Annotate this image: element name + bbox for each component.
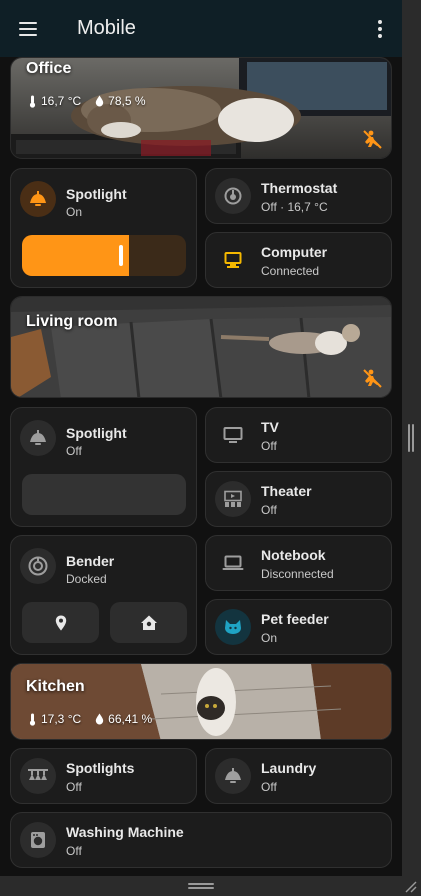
hamburger-icon	[19, 21, 37, 36]
tile-name: Bender	[66, 553, 115, 569]
area-name: Kitchen	[26, 678, 85, 695]
water-percent-icon	[95, 713, 104, 725]
resize-corner-icon[interactable]	[405, 881, 417, 893]
tile-name: TV	[261, 419, 279, 435]
tile-state: Off	[66, 444, 82, 458]
tile-name: Spotlights	[66, 760, 135, 776]
tile-name: Laundry	[261, 760, 317, 776]
tile-state: Connected	[261, 264, 320, 278]
kitchen-photo	[11, 664, 391, 739]
temperature-sensor[interactable]: 17,3 °C	[28, 712, 81, 726]
water-percent-icon	[95, 95, 104, 107]
home-theater-icon[interactable]	[215, 481, 251, 517]
tile-bender[interactable]: Bender Docked	[10, 535, 197, 655]
area-name: Office	[26, 60, 72, 77]
tile-state: Off	[261, 439, 277, 453]
tile-living-spotlight[interactable]: Spotlight Off	[10, 407, 197, 527]
ceiling-light-icon[interactable]	[20, 420, 56, 456]
area-card-kitchen[interactable]: Kitchen 17,3 °C 66,41 %	[10, 663, 392, 740]
tile-theater[interactable]: Theater Off	[205, 471, 392, 527]
vacuum-actions	[22, 602, 187, 643]
tile-state: Off	[66, 844, 82, 858]
more-vertical-icon	[378, 19, 382, 24]
temperature-sensor[interactable]: 16,7 °C	[28, 94, 81, 108]
return-home-button[interactable]	[110, 602, 187, 643]
ceiling-lights-icon[interactable]	[20, 758, 56, 794]
page-title: Mobile	[77, 17, 136, 39]
app-window: Mobile Office 16,7 °C 78,5 % Spotlight O…	[0, 0, 402, 876]
tile-name: Washing Machine	[66, 824, 184, 840]
tile-pet-feeder[interactable]: Pet feeder On	[205, 599, 392, 655]
tile-name: Theater	[261, 483, 312, 499]
tile-state: Off	[261, 780, 277, 794]
home-map-marker-icon	[140, 615, 157, 630]
tile-name: Pet feeder	[261, 611, 329, 627]
washing-machine-icon[interactable]	[20, 822, 56, 858]
tile-thermostat[interactable]: Thermostat Off · 16,7 °C	[205, 168, 392, 224]
area-card-office[interactable]: Office 16,7 °C 78,5 %	[10, 57, 392, 159]
tile-laundry[interactable]: Laundry Off	[205, 748, 392, 804]
temperature-value: 16,7 °C	[41, 94, 82, 108]
tile-name: Computer	[261, 244, 328, 260]
tile-state: Disconnected	[261, 567, 334, 581]
motion-sensor-off-icon[interactable]	[361, 128, 383, 150]
tile-state: Off	[66, 780, 82, 794]
tile-notebook[interactable]: Notebook Disconnected	[205, 535, 392, 591]
laptop-icon[interactable]	[215, 545, 251, 581]
area-sensors: 17,3 °C 66,41 %	[28, 712, 152, 726]
ceiling-light-icon[interactable]	[215, 758, 251, 794]
horizontal-resize-handle[interactable]	[188, 883, 214, 889]
cat-icon[interactable]	[215, 609, 251, 645]
more-options-button[interactable]	[358, 0, 402, 57]
tile-name: Notebook	[261, 547, 326, 563]
humidity-sensor[interactable]: 66,41 %	[95, 712, 152, 726]
tile-washing-machine[interactable]: Washing Machine Off	[10, 812, 392, 868]
tile-state: On	[66, 205, 83, 219]
temperature-value: 17,3 °C	[41, 712, 82, 726]
motion-sensor-off-icon[interactable]	[361, 367, 383, 389]
thermometer-icon	[29, 95, 36, 108]
tile-computer[interactable]: Computer Connected	[205, 232, 392, 288]
dashboard-content: Office 16,7 °C 78,5 % Spotlight On Therm…	[0, 57, 402, 876]
slider-fill	[22, 235, 129, 276]
area-name: Living room	[26, 313, 118, 330]
television-icon[interactable]	[215, 417, 251, 453]
map-marker-icon	[55, 615, 66, 630]
robot-vacuum-icon[interactable]	[20, 548, 56, 584]
humidity-value: 78,5 %	[108, 94, 146, 108]
thermostat-icon[interactable]	[215, 178, 251, 214]
vertical-resize-handle[interactable]	[408, 424, 414, 452]
area-sensors: 16,7 °C 78,5 %	[28, 94, 146, 108]
tile-state: Off	[261, 503, 277, 517]
humidity-sensor[interactable]: 78,5 %	[95, 94, 146, 108]
tile-state: Off · 16,7 °C	[261, 200, 328, 214]
menu-button[interactable]	[0, 0, 56, 57]
tile-tv[interactable]: TV Off	[205, 407, 392, 463]
tile-kitchen-spotlights[interactable]: Spotlights Off	[10, 748, 197, 804]
brightness-slider[interactable]	[22, 235, 186, 276]
desktop-computer-icon[interactable]	[215, 242, 251, 278]
top-app-bar: Mobile	[0, 0, 402, 57]
thermometer-icon	[29, 713, 36, 726]
tile-state: Docked	[66, 572, 107, 586]
locate-button[interactable]	[22, 602, 99, 643]
tile-name: Spotlight	[66, 425, 127, 441]
slider-handle[interactable]	[118, 245, 123, 266]
humidity-value: 66,41 %	[108, 712, 153, 726]
tile-name: Thermostat	[261, 180, 338, 196]
ceiling-light-icon[interactable]	[20, 181, 56, 217]
brightness-slider[interactable]	[22, 474, 186, 515]
tile-name: Spotlight	[66, 186, 127, 202]
tile-office-spotlight[interactable]: Spotlight On	[10, 168, 197, 288]
area-card-living-room[interactable]: Living room	[10, 296, 392, 398]
tile-state: On	[261, 631, 278, 645]
